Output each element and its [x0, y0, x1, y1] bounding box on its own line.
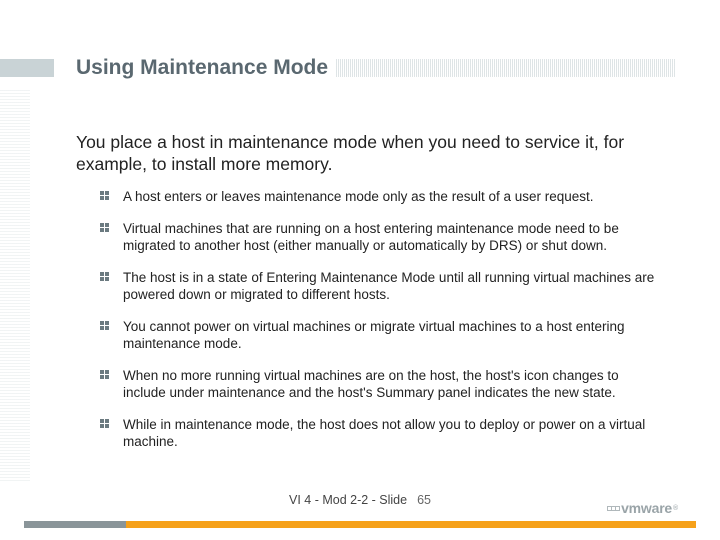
bullet-text: A host enters or leaves maintenance mode… [123, 188, 594, 206]
title-accent-left [0, 59, 54, 77]
intro-text: You place a host in maintenance mode whe… [76, 132, 660, 176]
bullet-text: When no more running virtual machines ar… [123, 367, 656, 402]
title-accent-right [336, 59, 676, 77]
footer-label: VI 4 - Mod 2-2 - Slide [289, 493, 407, 507]
bullet-list: A host enters or leaves maintenance mode… [100, 188, 656, 465]
list-item: Virtual machines that are running on a h… [100, 220, 656, 255]
bullet-icon [100, 191, 109, 200]
bar-segment-gray [24, 521, 126, 528]
list-item: When no more running virtual machines ar… [100, 367, 656, 402]
logo-boxes-icon [607, 506, 619, 511]
bullet-text: While in maintenance mode, the host does… [123, 416, 656, 451]
bullet-icon [100, 370, 109, 379]
bullet-icon [100, 321, 109, 330]
bullet-text: The host is in a state of Entering Maint… [123, 269, 656, 304]
bullet-text: Virtual machines that are running on a h… [123, 220, 656, 255]
list-item: While in maintenance mode, the host does… [100, 416, 656, 451]
bullet-icon [100, 223, 109, 232]
vmware-logo: vmware® [607, 500, 678, 516]
bullet-icon [100, 272, 109, 281]
bar-segment-orange [126, 521, 696, 528]
slide-title: Using Maintenance Mode [76, 56, 336, 80]
slide: Using Maintenance Mode You place a host … [0, 0, 720, 540]
list-item: A host enters or leaves maintenance mode… [100, 188, 656, 206]
list-item: You cannot power on virtual machines or … [100, 318, 656, 353]
list-item: The host is in a state of Entering Maint… [100, 269, 656, 304]
registered-icon: ® [673, 505, 678, 512]
bullet-icon [100, 419, 109, 428]
bullet-text: You cannot power on virtual machines or … [123, 318, 656, 353]
left-accent-dots [0, 90, 30, 482]
bottom-accent-bar [24, 521, 696, 528]
title-bar: Using Maintenance Mode [0, 56, 720, 80]
page-number: 65 [417, 493, 431, 507]
logo-text: vmware [621, 500, 672, 516]
